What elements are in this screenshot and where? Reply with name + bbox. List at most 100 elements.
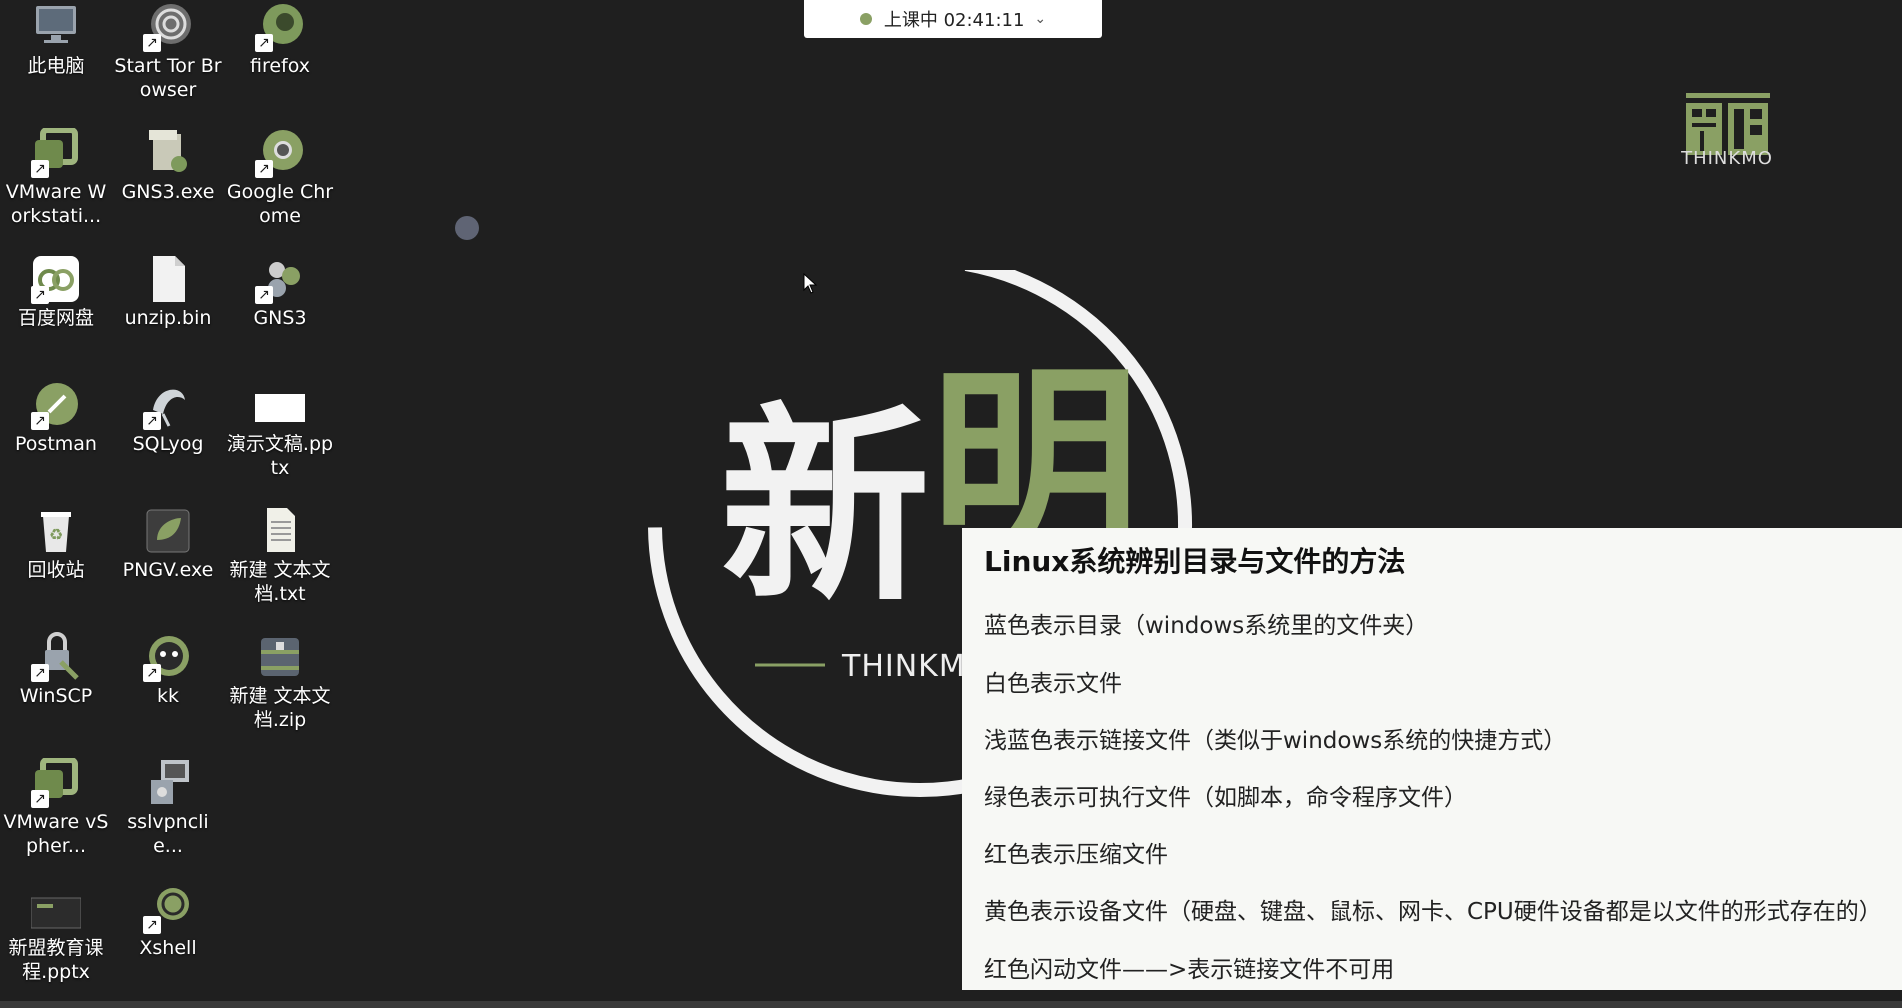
vmware-icon: ↗ xyxy=(31,127,81,178)
info-line-light-blue-link: 浅蓝色表示链接文件（类似于windows系统的快捷方式） xyxy=(984,728,1567,754)
desktop-icon-label: 百度网盘 xyxy=(17,307,94,329)
corner-logo-text: THINKMO xyxy=(1681,148,1773,169)
desktop-icon-winscp[interactable]: ↗ WinSCP xyxy=(0,630,112,756)
desktop-icon-label: GNS3.exe xyxy=(121,181,215,203)
shortcut-arrow-icon: ↗ xyxy=(143,664,161,682)
pngv-icon xyxy=(143,506,193,556)
desktop-icon-xshell[interactable]: ↗ Xshell xyxy=(112,882,224,1008)
winscp-icon: ↗ xyxy=(31,632,81,682)
desktop-icon-postman[interactable]: ↗ Postman xyxy=(0,378,112,504)
desktop-icon-label: PNGV.exe xyxy=(122,559,214,581)
info-line-blue-directory: 蓝色表示目录（windows系统里的文件夹） xyxy=(984,613,1429,639)
desktop-icon-label: 新建 文本文档.txt xyxy=(229,559,331,605)
tor-icon: ↗ xyxy=(143,2,193,52)
vsphere-icon: ↗ xyxy=(31,757,81,808)
desktop-icon-recycle-bin[interactable]: ♻ 回收站 xyxy=(0,504,112,630)
firefox-icon: ↗ xyxy=(255,2,305,52)
zip-icon xyxy=(255,632,305,682)
pptx-icon xyxy=(255,380,305,430)
shortcut-arrow-icon: ↗ xyxy=(31,160,49,178)
desktop-icon-label: VMware Workstati... xyxy=(5,181,107,227)
mouse-cursor-icon xyxy=(803,273,818,294)
desktop-icon-label: 回收站 xyxy=(27,559,85,581)
desktop-icon-label: VMware vSpher... xyxy=(3,811,109,857)
shortcut-arrow-icon: ↗ xyxy=(143,412,161,430)
taskbar-edge xyxy=(0,1001,1902,1008)
info-card-title: Linux系统辨别目录与文件的方法 xyxy=(984,545,1406,578)
sslvpn-icon xyxy=(143,758,193,808)
desktop-icon-google-chrome[interactable]: ↗ Google Chrome xyxy=(224,126,336,252)
desktop-icon-xinmeng-course-pptx[interactable]: 新盟教育课程.pptx xyxy=(0,882,112,1008)
sqlyog-icon: ↗ xyxy=(143,380,193,430)
desktop-icon-new-text-zip[interactable]: 新建 文本文档.zip xyxy=(224,630,336,756)
desktop-icon-label: Start Tor Browser xyxy=(114,55,222,101)
recording-status-text: 上课中 02:41:11 xyxy=(883,10,1025,31)
shortcut-arrow-icon: ↗ xyxy=(255,34,273,52)
baidu-netdisk-icon: ↗ xyxy=(31,254,81,304)
shortcut-arrow-icon: ↗ xyxy=(31,664,49,682)
info-line-red-archive: 红色表示压缩文件 xyxy=(984,842,1168,868)
desktop-icon-label: unzip.bin xyxy=(124,307,212,329)
shortcut-arrow-icon: ↗ xyxy=(143,916,161,934)
desktop-icon-start-tor-browser[interactable]: ↗ Start Tor Browser xyxy=(112,0,224,126)
svg-text:新: 新 xyxy=(720,385,930,630)
desktop-icon-label: Google Chrome xyxy=(226,181,334,227)
gns3-icon: ↗ xyxy=(255,254,305,304)
info-line-white-file: 白色表示文件 xyxy=(984,671,1122,697)
cursor-highlight-dot xyxy=(455,216,479,240)
desktop-icon-pngv-exe[interactable]: PNGV.exe xyxy=(112,504,224,630)
desktop-icon-label: Xshell xyxy=(139,937,197,959)
desktop-icon-this-pc[interactable]: 此电脑 xyxy=(0,0,112,126)
computer-icon xyxy=(31,2,81,52)
kk-icon: ↗ xyxy=(143,632,193,682)
shortcut-arrow-icon: ↗ xyxy=(31,286,49,304)
xshell-icon: ↗ xyxy=(143,884,193,934)
info-line-red-blinking-broken-link: 红色闪动文件——>表示链接文件不可用 xyxy=(984,957,1395,983)
desktop-icon-grid: 此电脑 ↗ Start Tor Browser ↗ firefox ↗ VMwa… xyxy=(0,0,336,1008)
recording-dot-icon xyxy=(859,13,872,25)
gns3-installer-icon xyxy=(143,128,193,178)
chevron-down-icon[interactable]: ⌄ xyxy=(1034,11,1046,27)
desktop-icon-label: GNS3 xyxy=(253,307,307,329)
pptx-thumb-icon xyxy=(30,884,82,934)
desktop-icon-label: 新建 文本文档.zip xyxy=(229,685,331,731)
desktop: 上课中 02:41:11 ⌄ 此电脑 ↗ Start Tor Browser ↗… xyxy=(0,0,1902,1008)
desktop-icon-label: 此电脑 xyxy=(27,55,85,77)
shortcut-arrow-icon: ↗ xyxy=(31,790,49,808)
desktop-icon-gns3[interactable]: ↗ GNS3 xyxy=(224,252,336,378)
linux-colors-info-card: Linux系统辨别目录与文件的方法 蓝色表示目录（windows系统里的文件夹）… xyxy=(962,528,1902,990)
desktop-icon-label: SQLyog xyxy=(132,433,204,455)
desktop-icon-label: 新盟教育课程.pptx xyxy=(8,937,104,983)
svg-text:♻: ♻ xyxy=(49,525,63,544)
desktop-icon-label: sslvpnclie... xyxy=(127,811,209,857)
text-file-icon xyxy=(255,506,305,556)
desktop-icon-vmware-vsphere[interactable]: ↗ VMware vSpher... xyxy=(0,756,112,882)
shortcut-arrow-icon: ↗ xyxy=(143,34,161,52)
desktop-icon-label: Postman xyxy=(15,433,97,455)
desktop-icon-label: WinSCP xyxy=(19,685,93,707)
desktop-icon-sqlyog[interactable]: ↗ SQLyog xyxy=(112,378,224,504)
recycle-bin-icon: ♻ xyxy=(31,506,81,556)
desktop-icon-baidu-netdisk[interactable]: ↗ 百度网盘 xyxy=(0,252,112,378)
desktop-icon-firefox[interactable]: ↗ firefox xyxy=(224,0,336,126)
info-line-yellow-device: 黄色表示设备文件（硬盘、键盘、鼠标、网卡、CPU硬件设备都是以文件的形式存在的） xyxy=(984,899,1882,925)
chrome-icon: ↗ xyxy=(255,128,305,178)
desktop-icon-sslvpnclient[interactable]: sslvpnclie... xyxy=(112,756,224,882)
desktop-icon-unzip-bin[interactable]: unzip.bin xyxy=(112,252,224,378)
desktop-icon-label: kk xyxy=(156,685,179,707)
shortcut-arrow-icon: ↗ xyxy=(255,286,273,304)
file-icon xyxy=(143,254,193,304)
desktop-icon-label: firefox xyxy=(249,55,311,77)
desktop-icon-presentation-pptx[interactable]: 演示文稿.pptx xyxy=(224,378,336,504)
desktop-icon-kk[interactable]: ↗ kk xyxy=(112,630,224,756)
shortcut-arrow-icon: ↗ xyxy=(255,160,273,178)
desktop-icon-empty-slot xyxy=(224,756,336,882)
recording-status-bar[interactable]: 上课中 02:41:11 ⌄ xyxy=(804,0,1102,38)
info-line-green-executable: 绿色表示可执行文件（如脚本，命令程序文件） xyxy=(984,785,1467,811)
desktop-icon-label: 演示文稿.pptx xyxy=(226,433,334,479)
postman-icon: ↗ xyxy=(31,380,81,430)
desktop-icon-new-text-txt[interactable]: 新建 文本文档.txt xyxy=(224,504,336,630)
desktop-icon-vmware-workstation[interactable]: ↗ VMware Workstati... xyxy=(0,126,112,252)
desktop-icon-gns3-exe[interactable]: GNS3.exe xyxy=(112,126,224,252)
shortcut-arrow-icon: ↗ xyxy=(31,412,49,430)
